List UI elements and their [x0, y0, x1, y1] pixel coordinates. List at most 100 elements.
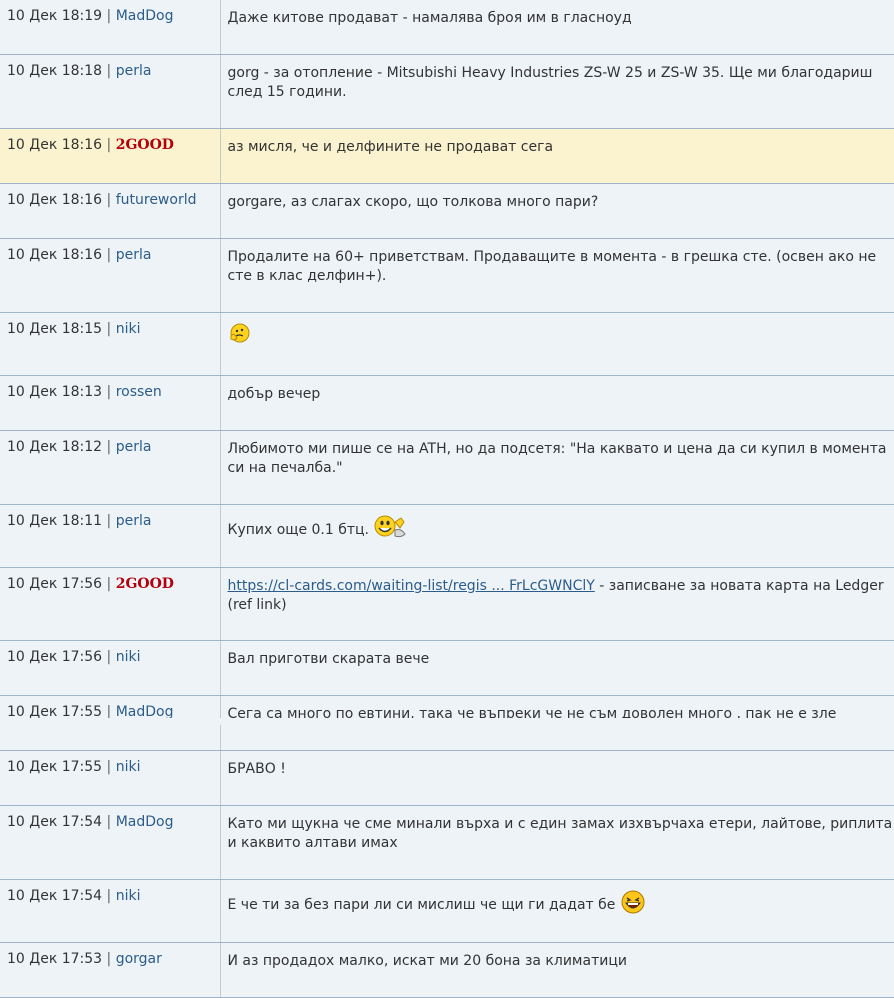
username-link[interactable]: gorgar [116, 951, 162, 967]
message-meta: 10 Дек 18:12 | perla [0, 430, 221, 505]
message-meta: 10 Дек 18:13 | rossen [0, 375, 221, 431]
message-meta: 10 Дек 18:16 | 2GOOD [0, 128, 221, 184]
message-body: Като ми щукна че сме минали върха и с ед… [227, 816, 893, 851]
chat-message-row-highlighted: 10 Дек 18:16 | 2GOOD аз мисля, че и делф… [0, 128, 894, 184]
message-time: 10 Дек 18:18 [7, 63, 103, 79]
chat-message-row: 10 Дек 17:54 | MadDog Като ми щукна че с… [0, 805, 894, 880]
chat-message-row: 10 Дек 17:54 | niki Е че ти за без пари … [0, 879, 894, 943]
message-text: аз мисля, че и делфините не продават сег… [220, 128, 894, 184]
message-time: 10 Дек 17:56 [7, 649, 103, 665]
message-time: 10 Дек 18:19 [7, 8, 103, 24]
message-time: 10 Дек 18:16 [7, 247, 103, 263]
message-time: 10 Дек 17:54 [7, 814, 103, 830]
message-time: 10 Дек 18:16 [7, 192, 103, 208]
message-text: Даже китове продават - намалява броя им … [220, 0, 894, 55]
meta-separator: | [106, 576, 112, 592]
message-text: Е че ти за без пари ли си мислиш че щи г… [220, 879, 894, 943]
message-body: Е че ти за без пари ли си мислиш че щи г… [227, 897, 616, 913]
meta-separator: | [106, 137, 112, 153]
username-link[interactable]: niki [116, 649, 141, 665]
message-body: Даже китове продават - намалява броя им … [227, 10, 632, 26]
thinking-smiley-icon [228, 322, 252, 350]
message-time: 10 Дек 18:15 [7, 321, 103, 337]
message-time: 10 Дек 17:55 [7, 759, 103, 775]
message-time: 10 Дек 18:13 [7, 384, 103, 400]
message-time: 10 Дек 18:11 [7, 513, 103, 529]
chat-message-row: 10 Дек 17:56 | 2GOOD https://cl-cards.co… [0, 567, 894, 641]
message-text: Като ми щукна че сме минали върха и с ед… [220, 805, 894, 880]
chat-message-row: 10 Дек 17:55 | niki БРАВО ! [0, 750, 894, 806]
waving-smiley-icon [373, 514, 409, 546]
username-link[interactable]: niki [116, 759, 141, 775]
meta-separator: | [106, 649, 112, 665]
username-link[interactable]: perla [116, 247, 152, 263]
username-link[interactable]: perla [116, 63, 152, 79]
message-text: Любимото ми пише се на ATH, но да подсет… [220, 430, 894, 505]
message-time: 10 Дек 18:16 [7, 137, 103, 153]
chat-message-row: 10 Дек 18:11 | perla Купих още 0.1 бтц. [0, 504, 894, 568]
meta-separator: | [106, 63, 112, 79]
meta-separator: | [106, 192, 112, 208]
chat-message-row: 10 Дек 18:18 | perla gorg - за отопление… [0, 54, 894, 129]
message-meta: 10 Дек 18:19 | MadDog [0, 0, 221, 55]
message-text: gorgare, аз слагах скоро, що толкова мно… [220, 183, 894, 239]
message-time: 10 Дек 17:56 [7, 576, 103, 592]
username-link[interactable]: niki [116, 321, 141, 337]
message-body: Купих още 0.1 бтц. [227, 522, 370, 538]
laughing-smiley-icon [620, 889, 646, 921]
chat-message-list: 10 Дек 18:19 | MadDog Даже китове продав… [0, 0, 894, 998]
message-body: И аз продадох малко, искат ми 20 бона за… [227, 953, 627, 969]
message-body: gorgare, аз слагах скоро, що толкова мно… [227, 194, 599, 210]
message-meta: 10 Дек 18:16 | futureworld [0, 183, 221, 239]
pagination-strip [0, 718, 894, 725]
message-text: БРАВО ! [220, 750, 894, 806]
meta-separator: | [106, 951, 112, 967]
message-time: 10 Дек 18:12 [7, 439, 103, 455]
username-link-vip[interactable]: 2GOOD [116, 137, 174, 153]
chat-message-row: 10 Дек 18:16 | perla Продалите на 60+ пр… [0, 238, 894, 313]
username-link[interactable]: perla [116, 513, 152, 529]
message-meta: 10 Дек 17:54 | niki [0, 879, 221, 943]
message-meta: 10 Дек 17:55 | niki [0, 750, 221, 806]
message-meta: 10 Дек 18:15 | niki [0, 312, 221, 376]
meta-separator: | [106, 439, 112, 455]
username-link[interactable]: perla [116, 439, 152, 455]
message-body: Любимото ми пише се на ATH, но да подсет… [227, 441, 887, 476]
meta-separator: | [106, 321, 112, 337]
meta-separator: | [106, 814, 112, 830]
message-body: аз мисля, че и делфините не продават сег… [227, 139, 554, 155]
chat-message-row: 10 Дек 18:19 | MadDog Даже китове продав… [0, 0, 894, 55]
chat-message-row: 10 Дек 18:13 | rossen добър вечер [0, 375, 894, 431]
message-text: Вал приготви скарата вече [220, 640, 894, 696]
meta-separator: | [106, 384, 112, 400]
message-text: И аз продадох малко, искат ми 20 бона за… [220, 942, 894, 998]
username-link[interactable]: niki [116, 888, 141, 904]
message-text: https://cl-cards.com/waiting-list/regis … [220, 567, 894, 641]
chat-message-row: 10 Дек 18:15 | niki [0, 312, 894, 376]
message-text: Продалите на 60+ приветствам. Продаващит… [220, 238, 894, 313]
message-meta: 10 Дек 17:54 | MadDog [0, 805, 221, 880]
message-body: Продалите на 60+ приветствам. Продаващит… [227, 249, 877, 284]
chat-message-row: 10 Дек 18:16 | futureworld gorgare, аз с… [0, 183, 894, 239]
message-text [220, 312, 894, 376]
message-text: добър вечер [220, 375, 894, 431]
username-link[interactable]: MadDog [116, 8, 174, 24]
username-link[interactable]: rossen [116, 384, 162, 400]
message-meta: 10 Дек 18:16 | perla [0, 238, 221, 313]
message-body: БРАВО ! [227, 761, 286, 777]
message-meta: 10 Дек 17:56 | 2GOOD [0, 567, 221, 641]
username-link[interactable]: MadDog [116, 814, 174, 830]
message-time: 10 Дек 17:54 [7, 888, 103, 904]
meta-separator: | [106, 888, 112, 904]
meta-separator: | [106, 247, 112, 263]
meta-separator: | [106, 8, 112, 24]
message-meta: 10 Дек 18:11 | perla [0, 504, 221, 568]
username-link[interactable]: futureworld [116, 192, 197, 208]
message-link[interactable]: https://cl-cards.com/waiting-list/regis … [228, 578, 595, 594]
message-body: добър вечер [227, 386, 321, 402]
message-meta: 10 Дек 18:18 | perla [0, 54, 221, 129]
chat-message-row: 10 Дек 18:12 | perla Любимото ми пише се… [0, 430, 894, 505]
message-body: Вал приготви скарата вече [227, 651, 430, 667]
username-link-vip[interactable]: 2GOOD [116, 576, 174, 592]
chat-message-row: 10 Дек 17:56 | niki Вал приготви скарата… [0, 640, 894, 696]
